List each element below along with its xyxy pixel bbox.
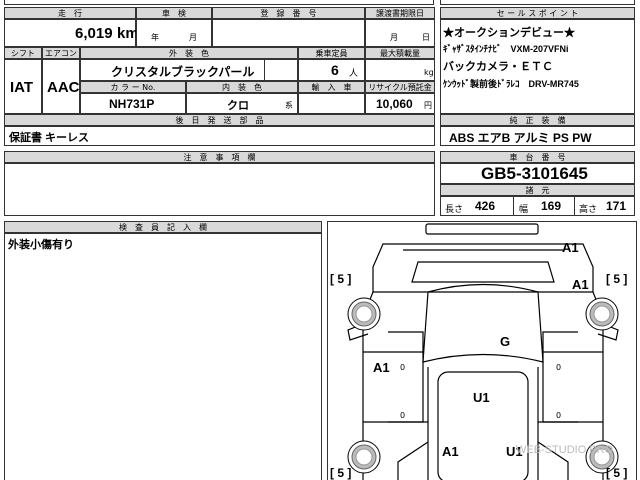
color-no-label: カ ラ ー No. — [80, 81, 186, 93]
sales-point-line-2: ｷﾞｬｻﾞｽﾀｲﾝﾁﾅﾋﾞ VXM-207VFNi — [443, 44, 569, 54]
registration-cell — [212, 19, 365, 47]
transfer-month: 月 — [390, 33, 398, 42]
damage-mark: U1 — [473, 390, 490, 405]
svg-text:0: 0 — [400, 411, 405, 420]
later-docs-label: 後 日 発 送 部 品 — [4, 114, 435, 126]
capacity-cell: 6 人 — [298, 59, 365, 81]
capacity-value: 6 — [331, 62, 339, 78]
car-diagram: 0 0 0 0 [ 5 ] [ 5 ] [ 5 ] [ 5 ] A1 A1 G … — [327, 221, 637, 480]
max-load-cell: kg — [365, 59, 435, 81]
import-cell — [298, 93, 365, 114]
svg-text:0: 0 — [556, 411, 561, 420]
dimensions-label: 諸 元 — [440, 184, 635, 196]
width-label: 幅 — [519, 205, 529, 215]
svg-text:0: 0 — [556, 363, 561, 372]
tire-label-front-right: [ 5 ] — [606, 272, 628, 286]
width-value: 169 — [541, 199, 562, 213]
exterior-color-value: クリスタルブラックパール — [111, 65, 255, 79]
aircon-label: エアコン — [42, 47, 80, 59]
sales-point-line-3: バックカメラ・ＥＴＣ — [443, 61, 553, 73]
transfer-cell: 月 日 — [365, 19, 435, 47]
color-no-cell: NH731P — [80, 93, 186, 114]
genuine-equipment-label: 純 正 装 備 — [440, 114, 635, 126]
aircon-value: AAC — [47, 79, 80, 96]
max-load-label: 最大積載量 — [365, 47, 435, 59]
mileage-label: 走 行 — [4, 7, 136, 19]
notes-label: 注 意 事 項 欄 — [4, 151, 435, 163]
mileage-value: 6,019 — [75, 25, 113, 42]
recycle-cell: 10,060 円 — [365, 93, 435, 114]
shift-cell: IAT — [4, 59, 42, 114]
interior-suffix: 系 — [285, 101, 293, 110]
inspection-cell: 年 月 — [136, 19, 212, 47]
shift-value: IAT — [10, 79, 34, 96]
length-value: 426 — [475, 199, 496, 213]
interior-color-cell: クロ 系 — [186, 93, 298, 114]
tire-label-rear-right: [ 5 ] — [606, 466, 628, 480]
inspection-year: 年 — [151, 33, 159, 42]
exterior-color-label: 外 装 色 — [80, 47, 298, 59]
damage-mark: A1 — [373, 360, 390, 375]
sales-points-cell: ★オークションデビュー★ ｷﾞｬｻﾞｽﾀｲﾝﾁﾅﾋﾞ VXM-207VFNi バ… — [440, 19, 635, 114]
shift-label: シフト — [4, 47, 42, 59]
genuine-equipment-cell: ABS エアB アルミ PS PW — [440, 126, 635, 146]
notes-cell — [4, 163, 435, 216]
mileage-cell: 6,019 km — [4, 19, 139, 47]
tire-label-front-left: [ 5 ] — [330, 272, 352, 286]
interior-color-value: クロ — [227, 100, 249, 112]
height-label: 高さ — [579, 205, 598, 215]
inspection-label: 車 検 — [136, 7, 212, 19]
sales-points-label: セ ー ル ス ポ イ ン ト — [440, 7, 635, 19]
color-no-value: NH731P — [109, 97, 155, 111]
genuine-equipment-value: ABS エアB アルミ PS PW — [449, 131, 592, 145]
sales-point-line-1: ★オークションデビュー★ — [443, 27, 575, 39]
chassis-cell: GB5-3101645 — [440, 163, 635, 184]
recycle-unit: 円 — [424, 101, 432, 110]
damage-mark: A1 — [572, 277, 589, 292]
inspector-cell: 外装小傷有り — [4, 233, 322, 480]
registration-label: 登 録 番 号 — [212, 7, 365, 19]
transfer-day: 日 — [422, 33, 430, 42]
car-outline: 0 0 0 0 — [347, 223, 619, 480]
recycle-value: 10,060 — [376, 97, 413, 111]
interior-color-label: 内 装 色 — [186, 81, 298, 93]
capacity-unit: 人 — [349, 69, 359, 79]
import-label: 輸 入 車 — [298, 81, 365, 93]
damage-mark: A1 — [562, 240, 579, 255]
later-docs-cell: 保証書 キーレス — [4, 126, 435, 146]
transfer-label: 譲渡書期限日 — [365, 7, 435, 19]
dimensions-cell: 長さ 426 幅 169 高さ 171 — [440, 196, 635, 216]
later-docs-value: 保証書 キーレス — [9, 132, 90, 144]
max-load-unit: kg — [424, 68, 434, 77]
svg-text:0: 0 — [400, 363, 405, 372]
inspector-value: 外装小傷有り — [8, 239, 74, 251]
damage-mark: A1 — [442, 444, 459, 459]
top-strip — [0, 0, 640, 6]
watermark: WEB-STUDIO.PRO — [516, 444, 614, 456]
aircon-cell: AAC — [42, 59, 80, 114]
chassis-label: 車 台 番 号 — [440, 151, 635, 163]
inspector-label: 検 査 員 記 入 欄 — [4, 221, 322, 233]
exterior-color-cell: クリスタルブラックパール — [80, 59, 298, 81]
damage-mark: G — [500, 334, 511, 349]
recycle-label: リサイクル預託金 — [365, 81, 435, 93]
inspection-month: 月 — [189, 33, 197, 42]
height-value: 171 — [606, 199, 627, 213]
capacity-label: 乗車定員 — [298, 47, 365, 59]
sales-point-line-4: ｹﾝｳｯﾄﾞ製前後ﾄﾞﾗﾚｺ DRV-MR745 — [443, 79, 579, 89]
tire-label-rear-left: [ 5 ] — [330, 466, 352, 480]
chassis-value: GB5-3101645 — [481, 164, 588, 183]
length-label: 長さ — [445, 205, 464, 215]
